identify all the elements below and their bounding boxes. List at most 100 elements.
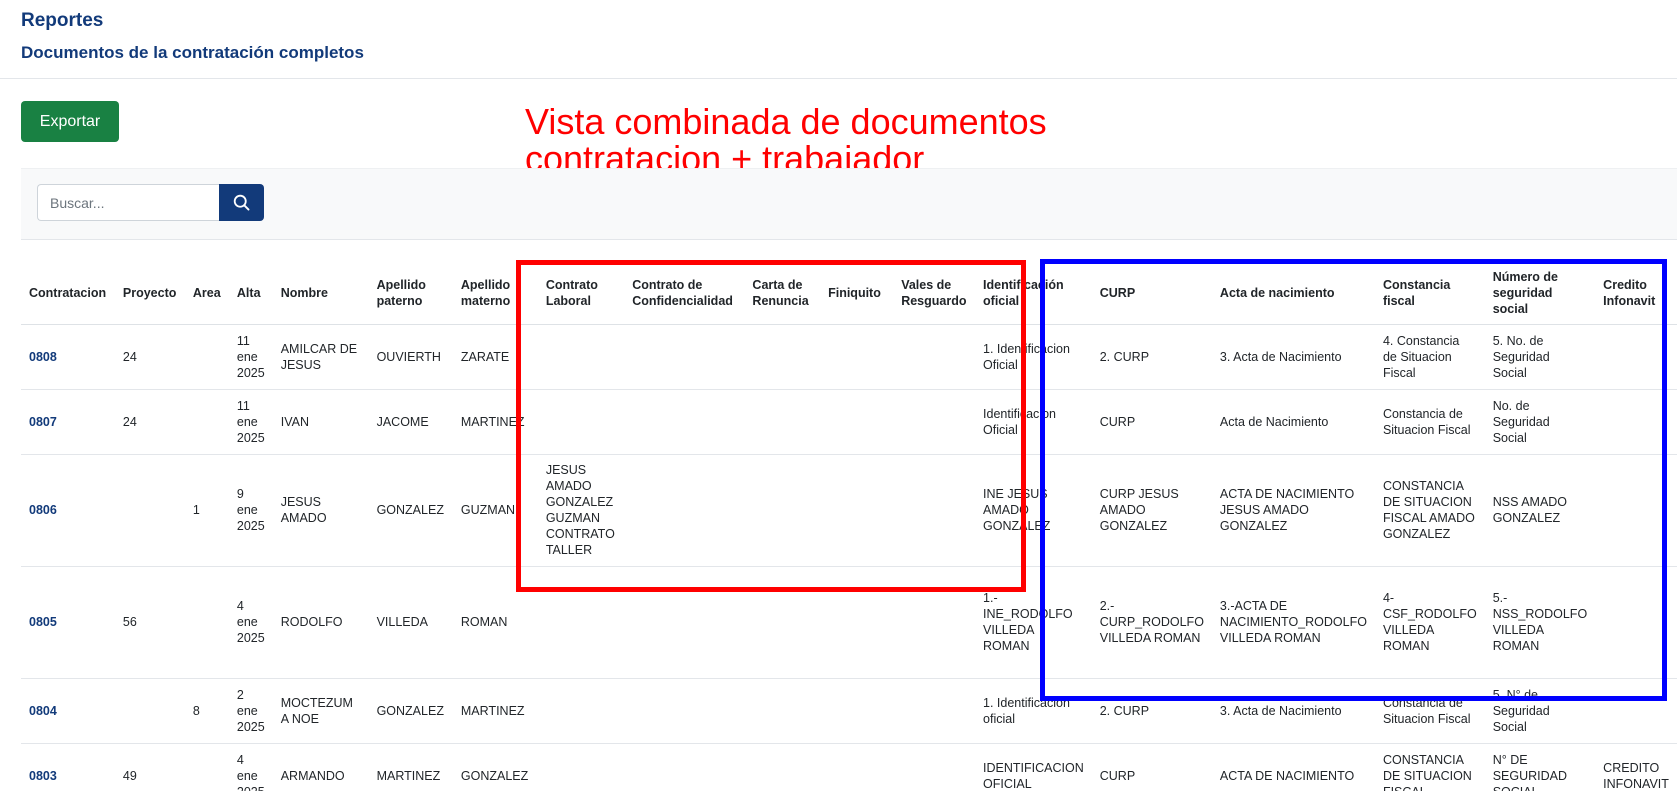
column-header: Contrato de Confidencialidad xyxy=(624,262,745,325)
table-cell xyxy=(1595,324,1677,390)
table-row[interactable]: 080349 4 ene 2025ARMANDOMARTINEZGONZALEZ I… xyxy=(21,743,1677,791)
table-cell xyxy=(537,389,625,455)
table-cell xyxy=(624,678,745,744)
report-table-container: Contratacion Proyecto Area Alta Nombre Apelli… xyxy=(21,262,1677,791)
table-row[interactable]: 0805 56 4 ene 2025 RODOLFO VILLEDA ROMAN 1.- I… xyxy=(21,566,1677,679)
table-cell: ARMANDO xyxy=(272,743,369,791)
table-cell: INE JESUS AMADO GONZALEZ xyxy=(975,454,1092,567)
table-row[interactable]: 0804 8 2 ene 2025 MOCTEZUMA NOE GONZALEZ MART… xyxy=(21,678,1677,744)
table-cell: ACTA DE NACIMIENTO xyxy=(1211,743,1375,791)
table-cell xyxy=(820,454,894,567)
column-header: Area xyxy=(184,262,229,325)
table-cell: CURP xyxy=(1091,743,1212,791)
column-header: Proyecto xyxy=(114,262,185,325)
table-cell xyxy=(184,566,229,679)
table-cell xyxy=(893,324,976,390)
column-header: CURP xyxy=(1091,262,1212,325)
column-header: Carta de Renuncia xyxy=(744,262,821,325)
table-cell xyxy=(114,454,185,567)
table-row[interactable]: 0806 1 9 ene 2025 JESUS AMADO GONZALEZ GUZMAN… xyxy=(21,454,1677,567)
table-cell xyxy=(624,566,745,679)
table-cell xyxy=(184,743,229,791)
search-input[interactable] xyxy=(37,184,232,221)
table-cell: 2 ene 2025 xyxy=(228,678,273,744)
table-cell xyxy=(893,454,976,567)
table-cell: AMILCAR DE JESUS xyxy=(272,324,369,390)
page-header: Reportes Documentos de la contratación c… xyxy=(0,0,1677,79)
column-header: Apellido paterno xyxy=(368,262,453,325)
table-body: 0808 24 11 ene 2025 AMILCAR DE JESUS OUVIERT… xyxy=(21,324,1677,791)
table-cell xyxy=(820,678,894,744)
table-cell: N° DE SEGURIDAD SOCIAL xyxy=(1484,743,1596,791)
table-cell: 3.-ACTA DE NACIMIENTO_RODOLFO VILLEDA RO… xyxy=(1211,566,1375,679)
table-cell xyxy=(537,566,625,679)
table-cell: 56 xyxy=(114,566,185,679)
column-header: Credito Infonavit xyxy=(1595,262,1677,325)
table-cell xyxy=(624,324,745,390)
table-cell: ZARATE xyxy=(452,324,538,390)
table-cell xyxy=(624,743,745,791)
table-cell xyxy=(820,566,894,679)
contratacion-link[interactable]: 0803 xyxy=(21,743,115,791)
table-cell xyxy=(893,743,976,791)
table-cell xyxy=(624,454,745,567)
table-cell: NSS AMADO GONZALEZ xyxy=(1484,454,1596,567)
table-cell: RODOLFO xyxy=(272,566,369,679)
column-header: Nombre xyxy=(272,262,369,325)
contratacion-link[interactable]: 0808 xyxy=(21,324,115,390)
table-cell xyxy=(820,743,894,791)
table-cell: 49 xyxy=(114,743,185,791)
table-cell xyxy=(744,743,821,791)
column-header: Apellido materno xyxy=(452,262,538,325)
column-header: Contrato Laboral xyxy=(537,262,625,325)
page-subtitle: Documentos de la contratación completos xyxy=(21,43,364,62)
table-cell: 2.- CURP_RODOLFO VILLEDA ROMAN xyxy=(1091,566,1212,679)
table-cell: Acta de Nacimiento xyxy=(1211,389,1375,455)
annotation-text: Vista combinada de documentos contrataci… xyxy=(525,103,1047,177)
contratacion-link[interactable]: 0804 xyxy=(21,678,115,744)
table-cell: 9 ene 2025 xyxy=(228,454,273,567)
table-cell xyxy=(624,389,745,455)
table-cell xyxy=(744,454,821,567)
table-cell: 1. Identificacion Oficial xyxy=(975,324,1092,390)
column-header: Alta xyxy=(228,262,273,325)
page-title: Reportes xyxy=(21,10,104,31)
table-cell: JESUS AMADO GONZALEZ GUZMAN CONTRATO TAL… xyxy=(537,454,625,567)
table-cell xyxy=(114,678,185,744)
table-cell xyxy=(820,324,894,390)
contratacion-link[interactable]: 0805 xyxy=(21,566,115,679)
table-cell: GONZALEZ xyxy=(452,743,538,791)
column-header: Finiquito xyxy=(820,262,894,325)
search-button[interactable] xyxy=(219,184,264,221)
table-cell: Identificacion Oficial xyxy=(975,389,1092,455)
table-cell xyxy=(893,566,976,679)
table-cell: 1 xyxy=(184,454,229,567)
table-cell: CONSTANCIA DE SITUACION FISCAL xyxy=(1374,743,1485,791)
table-cell: MARTINEZ xyxy=(452,678,538,744)
column-header: Número de seguridad social xyxy=(1484,262,1596,325)
table-cell xyxy=(1595,454,1677,567)
table-row[interactable]: 0807 24 11 ene 2025 IVAN JACOME MARTINEZ Ident… xyxy=(21,389,1677,455)
table-cell: CREDITO INFONAVIT xyxy=(1595,743,1677,791)
table-cell: 5. N° de Seguridad Social xyxy=(1484,678,1596,744)
table-cell: 11 ene 2025 xyxy=(228,324,273,390)
table-cell: 4 ene 2025 xyxy=(228,743,273,791)
table-row[interactable]: 0808 24 11 ene 2025 AMILCAR DE JESUS OUVIERT… xyxy=(21,324,1677,390)
table-cell: 1. Identificacion oficial xyxy=(975,678,1092,744)
column-header: Vales de Resguardo xyxy=(893,262,976,325)
table-cell: 24 xyxy=(114,324,185,390)
contratacion-link[interactable]: 0807 xyxy=(21,389,115,455)
table-cell: GUZMAN xyxy=(452,454,538,567)
table-cell xyxy=(184,324,229,390)
table-cell xyxy=(893,678,976,744)
column-header: Acta de nacimiento xyxy=(1211,262,1375,325)
contratacion-link[interactable]: 0806 xyxy=(21,454,115,567)
table-cell xyxy=(537,678,625,744)
table-cell xyxy=(537,743,625,791)
table-cell: MARTINEZ xyxy=(368,743,453,791)
export-button[interactable]: Exportar xyxy=(21,101,119,142)
table-cell: OUVIERTH xyxy=(368,324,453,390)
table-cell: MARTINEZ xyxy=(452,389,538,455)
search-icon xyxy=(233,194,250,211)
table-cell: MOCTEZUMA NOE xyxy=(272,678,369,744)
